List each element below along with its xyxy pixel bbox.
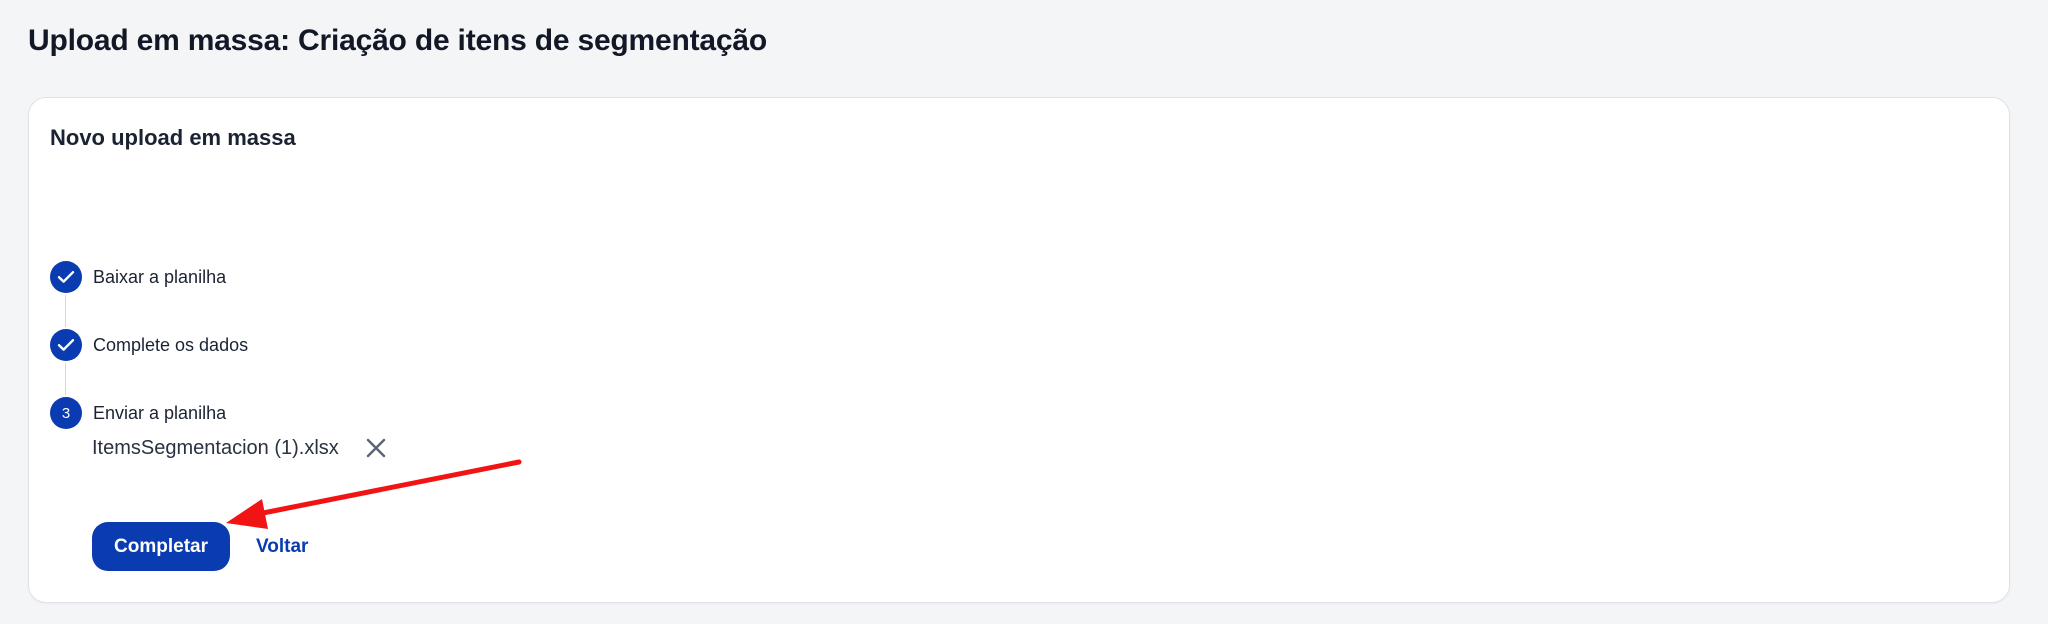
page-title: Upload em massa: Criação de itens de seg… xyxy=(28,24,768,57)
close-icon xyxy=(366,438,385,458)
remove-file-button[interactable] xyxy=(361,433,391,463)
step-connector xyxy=(65,363,66,395)
step-download-spreadsheet: Baixar a planilha xyxy=(50,261,226,293)
uploaded-file: ItemsSegmentacion (1).xlsx xyxy=(92,428,391,468)
file-name: ItemsSegmentacion (1).xlsx xyxy=(92,436,339,459)
check-icon xyxy=(57,271,75,283)
upload-card: Novo upload em massa Baixar a planilha C… xyxy=(28,97,2010,603)
step-label: Complete os dados xyxy=(93,334,249,355)
step-completed-badge xyxy=(50,261,82,293)
step-label: Enviar a planilha xyxy=(93,402,227,423)
back-button[interactable]: Voltar xyxy=(256,522,308,571)
card-title: Novo upload em massa xyxy=(50,125,296,150)
step-number-badge: 3 xyxy=(50,397,82,429)
check-icon xyxy=(57,339,75,351)
step-complete-data: Complete os dados xyxy=(50,329,248,361)
step-label: Baixar a planilha xyxy=(93,266,227,287)
step-number: 3 xyxy=(61,404,71,422)
page: Upload em massa: Criação de itens de seg… xyxy=(0,0,2048,624)
step-send-spreadsheet: 3 Enviar a planilha xyxy=(50,397,226,429)
step-completed-badge xyxy=(50,329,82,361)
step-connector xyxy=(65,295,66,327)
complete-button[interactable]: Completar xyxy=(92,522,230,571)
